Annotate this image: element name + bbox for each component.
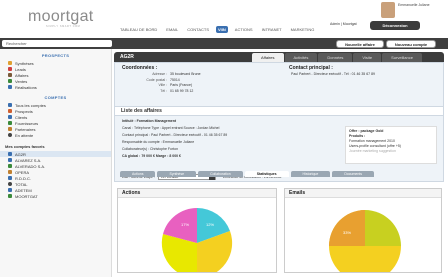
user-avatar	[381, 2, 395, 18]
company-icon	[8, 152, 12, 156]
account-title: AG2R	[120, 54, 134, 60]
search-input[interactable]: Rechercher	[2, 40, 112, 47]
emails-box-title: Emails	[285, 189, 441, 198]
pie-slice-olive	[365, 210, 401, 246]
pending-icon	[8, 133, 12, 137]
sidebar-accounts-title: COMPTES	[44, 95, 67, 100]
top-header: moortgat SIMPLY SMART CRM TABLEAU DE BOR…	[0, 0, 448, 38]
company-icon	[8, 164, 12, 168]
sidebar-item-pending[interactable]: En attente	[0, 132, 111, 138]
sidebar-prospects-title: PROSPECTS	[41, 53, 70, 58]
subtab-collaboration[interactable]: Collaboration	[198, 171, 243, 177]
chart-icon	[8, 61, 12, 65]
app-tagline: SIMPLY SMART CRM	[46, 25, 81, 28]
tab-activites[interactable]: Activités	[284, 53, 318, 62]
sale-subtabs: Actions Synthèse Collaboration Statistiq…	[120, 171, 375, 177]
coordinates-title: Coordonnées :	[122, 65, 158, 71]
folder-icon	[8, 73, 12, 77]
client-icon	[8, 115, 12, 119]
supplier-icon	[8, 121, 12, 125]
nav-marketing[interactable]: MARKETING	[289, 26, 317, 33]
emails-pie-chart: 33%	[329, 210, 401, 272]
sidebar-item-realisations[interactable]: Réalisations	[0, 84, 111, 90]
logout-button[interactable]: Déconnexion	[370, 21, 420, 30]
user-name: Emmanuelle Juliane	[398, 3, 430, 7]
address-labels: Adresse : Code postal : Ville : Tél :	[146, 72, 167, 93]
emails-box: Emails 33%	[284, 188, 442, 273]
app-logo[interactable]: moortgat	[28, 8, 94, 26]
globe-icon	[8, 85, 12, 89]
sale-owner: Responsable du compte : Emmanuelle Julia…	[122, 140, 195, 144]
pie-label-2: 12%	[206, 222, 214, 227]
new-deal-button[interactable]: Nouvelle affaire	[336, 40, 384, 48]
list-icon	[8, 103, 12, 107]
subtab-statistiques[interactable]: Statistiques	[244, 171, 289, 177]
sale-contact[interactable]: Contact principal : Paul Parbert - Direc…	[122, 133, 227, 137]
contact-line[interactable]: Paul Parbert - Directeur exécutif - Tél …	[291, 72, 375, 76]
nav-viin[interactable]: VIIN	[216, 26, 228, 33]
nav-actions[interactable]: ACTIONS	[233, 26, 255, 33]
subtab-synthese[interactable]: Synthèse	[157, 171, 197, 177]
company-icon	[8, 170, 12, 174]
offer-box: Offre : package Gold Produits : Formatio…	[345, 126, 437, 164]
sidebar: PROSPECTS Synthèses Leads Affaires Vente…	[0, 49, 112, 277]
contact-title: Contact principal :	[289, 65, 333, 71]
nav-email[interactable]: EMAIL	[164, 26, 180, 33]
subtab-actions[interactable]: Actions	[120, 171, 156, 177]
tab-affaires[interactable]: Affaires	[252, 53, 284, 62]
tab-donnees[interactable]: Données	[318, 53, 353, 62]
nav-dashboard[interactable]: TABLEAU DE BORD	[118, 26, 159, 33]
nav-contacts[interactable]: CONTACTS	[185, 26, 211, 33]
tab-visite[interactable]: Visite	[353, 53, 382, 62]
company-icon	[8, 158, 12, 162]
sales-list-title[interactable]: Liste des affaires	[114, 107, 444, 116]
sale-amount: CA global : 79 000 € Marge : 8 000 €	[122, 154, 182, 158]
prospect-icon	[8, 109, 12, 113]
actions-box-title: Actions	[118, 189, 276, 198]
sale-channel: Canal : Téléphone Type : Appel entrant S…	[122, 126, 220, 130]
nav-intranet[interactable]: INTRANET	[260, 26, 284, 33]
leads-icon	[8, 67, 12, 71]
sale-collaborators: Collaborateur(s) : Christophe Forton	[122, 147, 179, 151]
favorites-title[interactable]: Mes comptes favoris	[5, 144, 111, 149]
sale-title: Intitulé : Formation Management	[122, 119, 177, 123]
favorite-moortgat[interactable]: MOORTGAT	[0, 193, 111, 199]
company-icon	[8, 176, 12, 180]
pie-label-1: 17%	[181, 222, 189, 227]
sales-icon	[8, 79, 12, 83]
subtab-historique[interactable]: Historique	[290, 171, 331, 177]
pie-slice-orange	[329, 210, 365, 246]
account-tabs: Affaires Activités Données Visite Survei…	[252, 53, 422, 62]
actions-pie-chart: 17% 12%	[161, 207, 233, 272]
subtab-documents[interactable]: Documents	[332, 171, 375, 177]
tab-surveillance[interactable]: Surveillance	[382, 53, 422, 62]
partner-icon	[8, 127, 12, 131]
company-icon	[8, 182, 12, 186]
address-values: 35 boulevard Brune 75014 Paris (France) …	[170, 72, 201, 93]
new-account-button[interactable]: Nouveau compte	[386, 40, 436, 48]
company-icon	[8, 188, 12, 192]
actions-box: Actions 17% 12%	[117, 188, 277, 273]
main-nav: TABLEAU DE BORD EMAIL CONTACTS VIIN ACTI…	[118, 26, 316, 33]
pie-label-3: 33%	[343, 230, 351, 235]
account-header: AG2R Affaires Activités Données Visite S…	[114, 52, 444, 62]
coordinates-panel: Coordonnées : Adresse : Code postal : Vi…	[114, 62, 444, 107]
user-label: Admin | Moortgat	[330, 22, 357, 26]
app-window: moortgat SIMPLY SMART CRM TABLEAU DE BOR…	[0, 0, 448, 277]
company-icon	[8, 194, 12, 198]
